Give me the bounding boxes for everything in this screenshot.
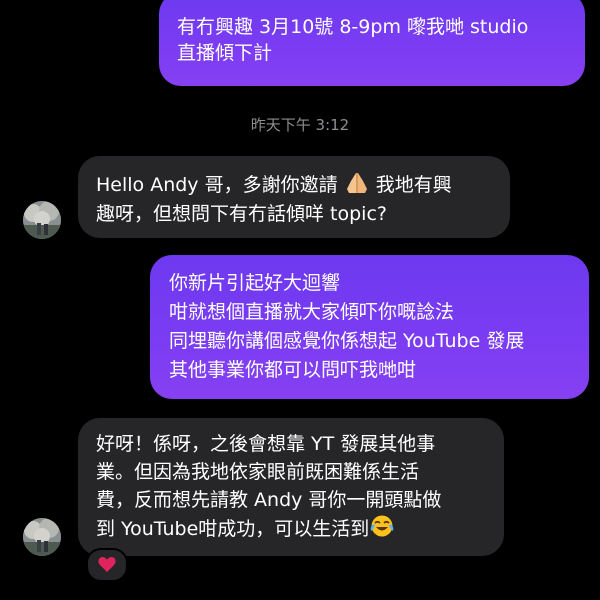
contact-avatar[interactable]	[23, 201, 61, 239]
message-line: 費，反而想先請教 Andy 哥你一開頭點做	[96, 489, 442, 511]
folded-hands-emoji	[345, 172, 369, 201]
message-line: 其他事業你都可以問吓我哋咁	[169, 359, 417, 381]
message-line: Hello Andy 哥，多謝你邀請 我地有興	[96, 172, 510, 201]
message-text: 到 YouTube咁成功，可以生活到	[96, 518, 370, 540]
message-timestamp: 昨天下午 3:12	[250, 116, 350, 134]
incoming-message-bubble[interactable]: Hello Andy 哥，多謝你邀請 我地有興 趣呀，但想問下有冇話傾咩 top…	[78, 156, 510, 238]
message-line: 咁就想個直播就大家傾吓你嘅諗法	[169, 301, 455, 323]
tears-of-joy-emoji	[370, 514, 394, 546]
message-reaction[interactable]	[86, 548, 128, 582]
outgoing-message-bubble[interactable]: 有冇興趣 3月10號 8-9pm 嚟我哋 studio 直播傾下計	[159, 0, 585, 86]
message-line: 你新片引起好大迴響	[169, 272, 341, 294]
outgoing-message-bubble[interactable]: 你新片引起好大迴響 咁就想個直播就大家傾吓你嘅諗法 同埋聽你講個感覺你係想起 Y…	[150, 255, 589, 399]
message-line: 到 YouTube咁成功，可以生活到	[96, 514, 504, 546]
chat-thread: 有冇興趣 3月10號 8-9pm 嚟我哋 studio 直播傾下計 昨天下午 3…	[0, 0, 600, 600]
message-text: 我地有興	[375, 174, 452, 196]
incoming-message-bubble[interactable]: 好呀！係呀，之後會想靠 YT 發展其他事 業。但因為我地依家眼前既困難係生活 費…	[78, 418, 504, 556]
message-line: 業。但因為我地依家眼前既困難係生活	[96, 461, 420, 483]
red-heart-icon	[98, 557, 116, 572]
message-line: 好呀！係呀，之後會想靠 YT 發展其他事	[96, 433, 436, 455]
message-text: Hello Andy 哥，多謝你邀請	[96, 174, 338, 196]
message-line: 直播傾下計	[177, 42, 273, 64]
message-line: 同埋聽你講個感覺你係想起 YouTube 發展	[169, 330, 525, 352]
contact-avatar[interactable]	[23, 518, 61, 556]
message-line: 趣呀，但想問下有冇話傾咩 topic?	[96, 203, 387, 225]
message-line: 有冇興趣 3月10號 8-9pm 嚟我哋 studio	[177, 16, 529, 38]
